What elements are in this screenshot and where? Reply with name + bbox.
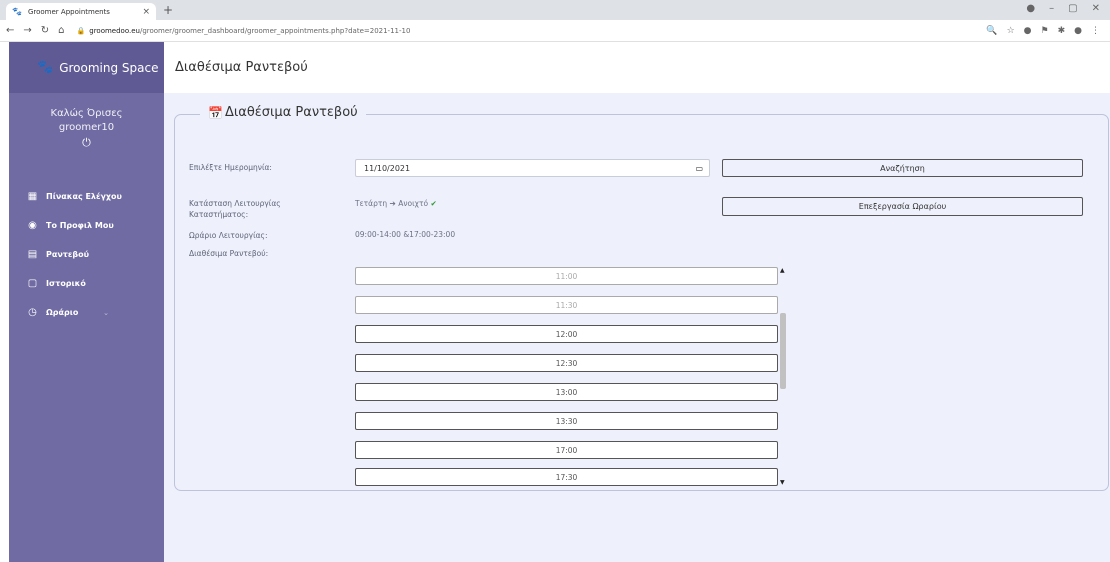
paw-logo-icon: 🐾 xyxy=(37,60,54,75)
extension-icon[interactable]: ● xyxy=(1024,26,1032,36)
status-label: Κατάσταση Λειτουργίας Καταστήματος: xyxy=(189,198,281,220)
browser-tab-bar: 🐾 Groomer Appointments × + ● – ▢ ✕ xyxy=(0,0,1110,20)
browser-tab[interactable]: 🐾 Groomer Appointments × xyxy=(6,3,156,20)
url-domain: groomedoo.eu xyxy=(89,26,140,35)
window-controls: ● – ▢ ✕ xyxy=(1026,3,1100,14)
sidebar: 🐾 Grooming Space Καλώς Όρισες groomer10 … xyxy=(9,42,164,562)
minimize-icon[interactable]: – xyxy=(1049,3,1054,14)
new-tab-button[interactable]: + xyxy=(163,3,173,17)
address-bar: ← → ↻ ⌂ 🔒 groomedoo.eu /groomer/groomer_… xyxy=(0,20,1110,42)
brand-name: Grooming Space xyxy=(59,60,159,75)
status-day: Τετάρτη xyxy=(355,199,388,208)
sidebar-menu: ▦ Πίνακας Ελέγχου ◉ Το Προφιλ Μου ▤ Ραντ… xyxy=(9,182,164,327)
forward-icon[interactable]: → xyxy=(23,25,31,36)
legend-text: Διαθέσιμα Ραντεβού xyxy=(224,105,358,120)
status-label-line: Κατάσταση Λειτουργίας xyxy=(189,199,281,208)
close-window-icon[interactable]: ✕ xyxy=(1092,3,1100,14)
search-button[interactable]: Αναζήτηση xyxy=(722,159,1083,177)
extension-icon[interactable]: ⚑ xyxy=(1041,26,1049,36)
sidebar-item-profile[interactable]: ◉ Το Προφιλ Μου xyxy=(9,211,164,240)
edit-hours-button[interactable]: Επεξεργασία Ωραρίου xyxy=(722,197,1083,216)
account-icon[interactable]: ● xyxy=(1074,26,1082,36)
sidebar-item-label: Ραντεβού xyxy=(46,250,89,259)
welcome-block: Καλώς Όρισες groomer10 xyxy=(9,107,164,135)
slots-label: Διαθέσιμα Ραντεβού: xyxy=(189,249,269,258)
tab-title: Groomer Appointments xyxy=(27,7,110,16)
history-icon: ▢ xyxy=(27,278,38,289)
slots-list[interactable]: 11:00 11:30 12:00 12:30 13:00 13:30 17:0… xyxy=(355,267,788,486)
slot-button[interactable]: 13:30 xyxy=(355,412,778,430)
clock-icon: ◷ xyxy=(28,307,37,318)
sidebar-item-label: Ιστορικό xyxy=(46,279,86,288)
hours-value: 09:00-14:00 &17:00-23:00 xyxy=(355,230,456,239)
arrow-icon: ➔ xyxy=(389,199,396,208)
menu-kebab-icon[interactable]: ⋮ xyxy=(1091,26,1100,36)
puzzle-extensions-icon[interactable]: ✱ xyxy=(1058,26,1066,36)
check-icon: ✔ xyxy=(430,199,437,208)
date-label: Επιλέξτε Ημερομηνία: xyxy=(189,163,272,172)
scroll-down-arrow-icon[interactable]: ▼ xyxy=(780,479,785,486)
url-field[interactable]: 🔒 groomedoo.eu /groomer/groomer_dashboar… xyxy=(77,27,987,35)
appointments-fieldset: 📅 Διαθέσιμα Ραντεβού Επιλέξτε Ημερομηνία… xyxy=(174,105,1109,491)
bookmark-star-icon[interactable]: ☆ xyxy=(1007,26,1015,36)
slot-button[interactable]: 12:00 xyxy=(355,325,778,343)
page-header: Διαθέσιμα Ραντεβού xyxy=(164,42,1110,93)
calendar-icon: 📅 xyxy=(208,105,223,120)
status-label-line: Καταστήματος: xyxy=(189,210,249,219)
brand[interactable]: 🐾 Grooming Space xyxy=(9,42,164,93)
scroll-up-arrow-icon[interactable]: ▲ xyxy=(780,267,785,274)
slots-scrollbar[interactable]: ▲ ▼ xyxy=(779,267,787,486)
slot-button[interactable]: 11:00 xyxy=(355,267,778,285)
sidebar-item-history[interactable]: ▢ Ιστορικό xyxy=(9,269,164,298)
tab-close-icon[interactable]: × xyxy=(142,7,150,17)
user-icon: ◉ xyxy=(28,220,37,231)
date-value: 11/10/2021 xyxy=(364,163,411,173)
status-value: Ανοιχτό xyxy=(398,199,429,208)
reload-icon[interactable]: ↻ xyxy=(41,25,49,36)
sidebar-item-schedule[interactable]: ◷ Ωράριο ⌄ xyxy=(9,298,164,327)
lock-icon: 🔒 xyxy=(76,26,86,35)
dashboard-icon: ▦ xyxy=(27,191,38,202)
slot-button[interactable]: 17:00 xyxy=(355,441,778,459)
sidebar-item-label: Το Προφιλ Μου xyxy=(46,221,114,230)
paw-favicon-icon: 🐾 xyxy=(12,7,22,16)
home-icon[interactable]: ⌂ xyxy=(58,25,64,36)
username: groomer10 xyxy=(58,122,115,133)
main-content: 📅 Διαθέσιμα Ραντεβού Επιλέξτε Ημερομηνία… xyxy=(164,93,1110,562)
slot-button[interactable]: 13:00 xyxy=(355,383,778,401)
sidebar-item-label: Ωράριο xyxy=(46,308,79,317)
sidebar-item-label: Πίνακας Ελέγχου xyxy=(46,192,122,201)
date-input[interactable]: 11/10/2021 ▭ xyxy=(355,159,710,177)
store-status: Τετάρτη ➔ Ανοιχτό ✔ xyxy=(355,199,437,208)
logout-power-icon[interactable]: ⏻ xyxy=(9,136,164,150)
profile-icon[interactable]: ● xyxy=(1026,3,1035,14)
fieldset-legend: 📅 Διαθέσιμα Ραντεβού xyxy=(200,105,366,120)
scrollbar-thumb[interactable] xyxy=(780,313,786,389)
maximize-icon[interactable]: ▢ xyxy=(1068,3,1077,14)
zoom-icon[interactable]: 🔍 xyxy=(986,26,997,36)
slot-button[interactable]: 17:30 xyxy=(355,468,778,486)
slot-button[interactable]: 11:30 xyxy=(355,296,778,314)
slot-button[interactable]: 12:30 xyxy=(355,354,778,372)
url-path: /groomer/groomer_dashboard/groomer_appoi… xyxy=(139,26,411,35)
chevron-down-icon: ⌄ xyxy=(103,308,109,317)
sidebar-item-appointments[interactable]: ▤ Ραντεβού xyxy=(9,240,164,269)
hours-label: Ωράριο Λειτουργίας: xyxy=(189,231,268,240)
welcome-text: Καλώς Όρισες xyxy=(50,108,123,119)
page-title: Διαθέσιμα Ραντεβού xyxy=(175,60,308,75)
calendar-picker-icon[interactable]: ▭ xyxy=(695,164,703,173)
back-icon[interactable]: ← xyxy=(6,25,14,36)
calendar-icon: ▤ xyxy=(27,249,38,260)
sidebar-item-dashboard[interactable]: ▦ Πίνακας Ελέγχου xyxy=(9,182,164,211)
